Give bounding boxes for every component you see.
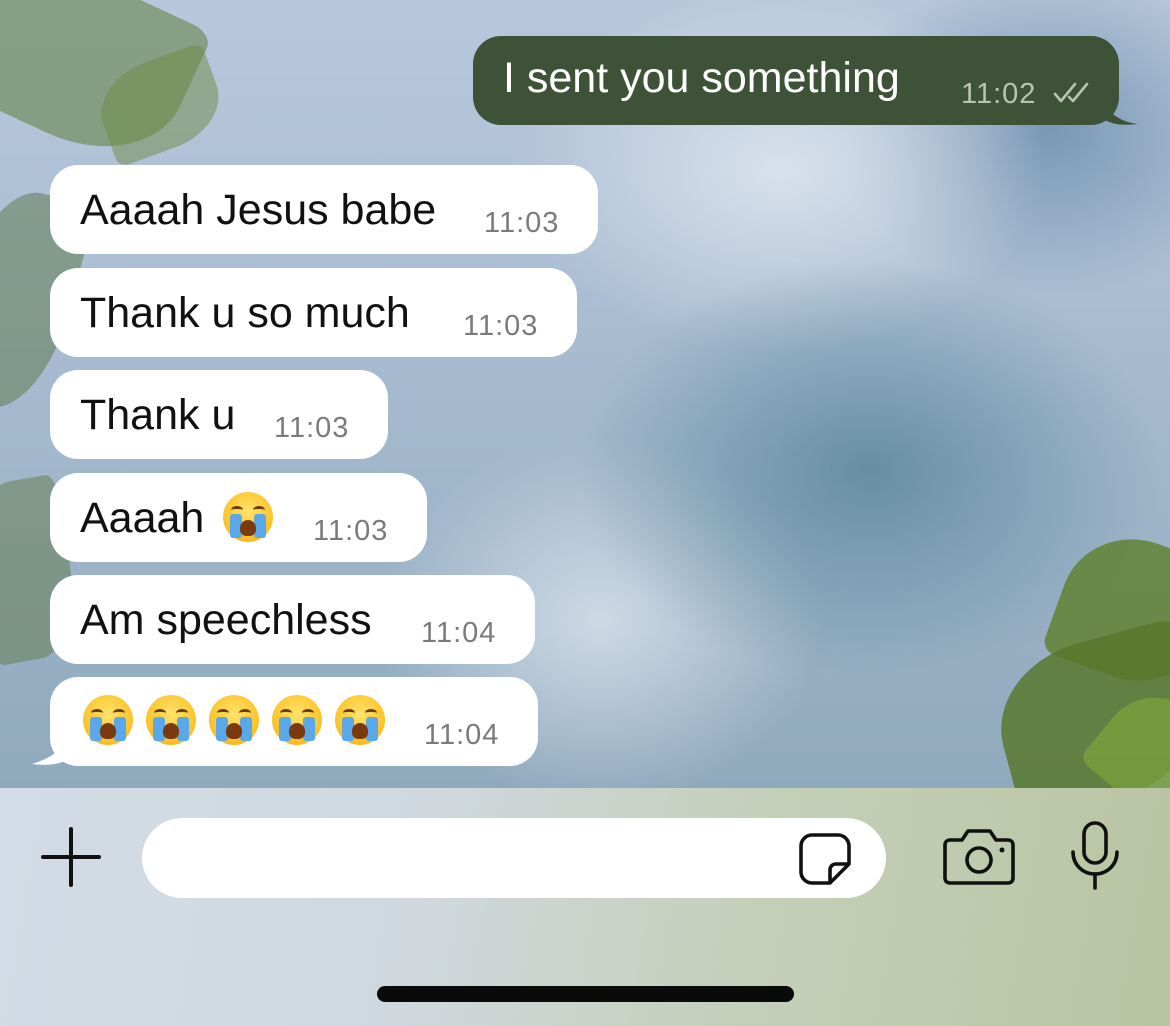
bubble-tail-incoming [32, 730, 70, 765]
incoming-message[interactable]: Aaaah Jesus babe 11:03 [50, 165, 598, 254]
message-time: 11:03 [463, 310, 539, 342]
double-check-icon [1053, 82, 1089, 103]
message-input[interactable] [142, 818, 886, 898]
message-time: 11:03 [313, 515, 389, 547]
loudly-crying-face-icon [223, 492, 273, 542]
loudly-crying-face-icon [209, 695, 259, 745]
camera-icon[interactable] [942, 826, 1016, 886]
message-text: Aaaah Jesus babe [80, 186, 437, 234]
incoming-message[interactable]: Thank u 11:03 [50, 370, 388, 459]
loudly-crying-face-icon [272, 695, 322, 745]
bubble-tail-outgoing [1100, 92, 1138, 125]
outgoing-message[interactable]: I sent you something 11:02 [473, 36, 1119, 125]
plus-icon[interactable] [40, 826, 102, 888]
message-text: Aaaah [80, 494, 205, 542]
message-text: Thank u so much [80, 289, 410, 337]
message-text: I sent you something [503, 54, 900, 102]
incoming-message[interactable]: 11:04 [50, 677, 538, 766]
message-time: 11:04 [424, 719, 500, 751]
incoming-message[interactable]: Thank u so much 11:03 [50, 268, 577, 357]
microphone-icon[interactable] [1068, 820, 1122, 892]
message-text: Am speechless [80, 596, 372, 644]
incoming-message[interactable]: Am speechless 11:04 [50, 575, 535, 664]
message-time: 11:04 [421, 617, 497, 649]
loudly-crying-face-icon [335, 695, 385, 745]
message-text: Thank u [80, 391, 236, 439]
loudly-crying-face-icon [146, 695, 196, 745]
message-time: 11:03 [484, 207, 560, 239]
home-indicator[interactable] [377, 986, 794, 1002]
sticker-icon[interactable] [796, 830, 854, 888]
message-time: 11:03 [274, 412, 350, 444]
incoming-message[interactable]: Aaaah 11:03 [50, 473, 427, 562]
message-time: 11:02 [961, 78, 1037, 110]
loudly-crying-face-icon [83, 695, 133, 745]
